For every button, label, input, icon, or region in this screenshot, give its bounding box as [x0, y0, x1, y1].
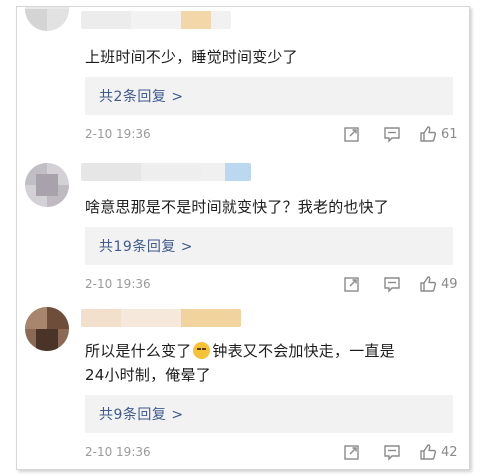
username-blurred[interactable]: [81, 309, 241, 327]
share-icon[interactable]: [343, 443, 361, 461]
like-icon[interactable]: [419, 275, 437, 293]
comment-text-part-1: 所以是什么变了: [85, 342, 192, 360]
share-icon[interactable]: [343, 275, 361, 293]
share-icon[interactable]: [343, 125, 361, 143]
comment-item: 上班时间不少，睡觉时间变少了 共2条回复 > 2-10 19:36 61: [17, 7, 469, 155]
comment-icon[interactable]: [383, 443, 401, 461]
avatar[interactable]: [25, 163, 69, 207]
reply-count-link[interactable]: 共19条回复 >: [99, 236, 193, 256]
like-count: 61: [441, 127, 458, 142]
comment-item: 所以是什么变了 钟表又不会加快走，一直是 24小时制，俺晕了 共9条回复 > 2-…: [17, 301, 469, 469]
like-count: 49: [441, 277, 458, 292]
comment-date: 2-10 19:36: [85, 277, 151, 291]
comment-meta: 2-10 19:36 42: [85, 443, 465, 463]
comment-text-part-3: 24小时制，俺晕了: [85, 366, 211, 384]
comment-text: 所以是什么变了 钟表又不会加快走，一直是 24小时制，俺晕了: [85, 339, 445, 387]
comment-date: 2-10 19:36: [85, 445, 151, 459]
username-blurred[interactable]: [81, 163, 251, 181]
dizzy-face-emoji-icon: [193, 342, 211, 359]
comment-item: 啥意思那是不是时间就变快了？我老的也快了 共19条回复 > 2-10 19:36…: [17, 155, 469, 301]
comment-list: 上班时间不少，睡觉时间变少了 共2条回复 > 2-10 19:36 61 啥意思…: [16, 6, 470, 470]
comment-meta: 2-10 19:36 49: [85, 275, 465, 295]
comment-text: 上班时间不少，睡觉时间变少了: [85, 48, 298, 66]
like-icon[interactable]: [419, 125, 437, 143]
reply-summary-button[interactable]: 共2条回复 >: [85, 77, 453, 115]
comment-icon[interactable]: [383, 275, 401, 293]
username-blurred[interactable]: [81, 11, 231, 29]
comment-date: 2-10 19:36: [85, 127, 151, 141]
reply-summary-button[interactable]: 共9条回复 >: [85, 395, 453, 433]
like-count: 42: [441, 445, 458, 460]
comment-text-part-2: 钟表又不会加快走，一直是: [212, 342, 395, 360]
reply-count-link[interactable]: 共2条回复 >: [99, 86, 184, 106]
comment-text: 啥意思那是不是时间就变快了？我老的也快了: [85, 198, 390, 216]
avatar[interactable]: [25, 307, 69, 351]
comment-icon[interactable]: [383, 125, 401, 143]
like-icon[interactable]: [419, 443, 437, 461]
reply-summary-button[interactable]: 共19条回复 >: [85, 227, 453, 265]
comment-meta: 2-10 19:36 61: [85, 125, 465, 145]
avatar[interactable]: [25, 7, 69, 31]
reply-count-link[interactable]: 共9条回复 >: [99, 404, 184, 424]
